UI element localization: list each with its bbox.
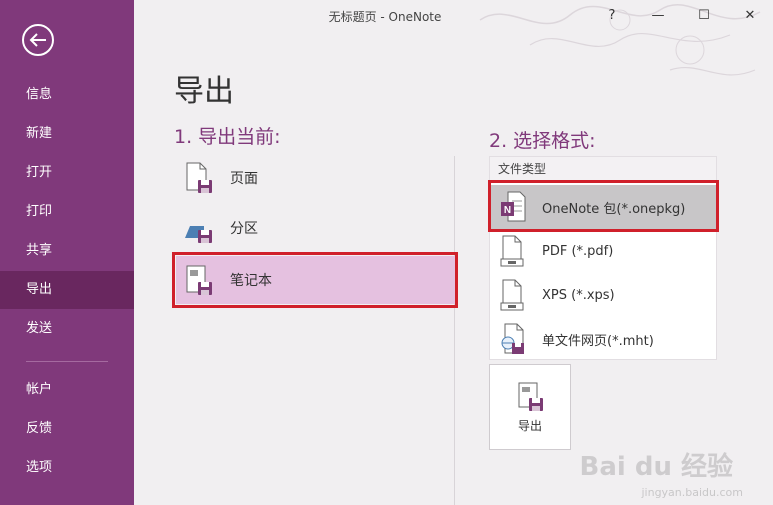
export-icon [518, 382, 543, 411]
backstage-sidebar: 信息 新建 打开 打印 共享 导出 发送 帐户 反馈 选项 [0, 0, 134, 505]
format-list-header: 文件类型 [490, 157, 716, 182]
watermark-url: jingyan.baidu.com [641, 486, 743, 499]
sidebar-item-options[interactable]: 选项 [0, 449, 134, 487]
arrow-left-icon [29, 33, 46, 47]
close-button[interactable]: ✕ [736, 4, 764, 26]
svg-text:N: N [504, 205, 511, 216]
onenote-package-icon: N [500, 191, 526, 223]
pdf-file-icon [500, 235, 526, 267]
minimize-button[interactable]: — [644, 4, 672, 26]
scope-section[interactable]: 分区 [174, 204, 454, 252]
scope-section-label: 分区 [230, 221, 258, 237]
section-icon [184, 212, 214, 244]
format-xps-label: XPS (*.xps) [542, 287, 615, 303]
format-onepkg-label: OneNote 包(*.onepkg) [542, 201, 686, 217]
watermark-brand: Bai du 经验 [579, 452, 734, 482]
page-icon [184, 162, 214, 194]
sidebar-item-send[interactable]: 发送 [0, 310, 134, 348]
format-pdf-label: PDF (*.pdf) [542, 243, 614, 259]
page-title: 导出 [174, 74, 234, 109]
scope-notebook[interactable]: 笔记本 [176, 256, 455, 304]
step1-title: 1. 导出当前: [174, 126, 281, 148]
sidebar-item-export[interactable]: 导出 [0, 271, 134, 309]
web-page-icon [500, 323, 526, 355]
format-pdf[interactable]: PDF (*.pdf) [490, 229, 716, 273]
sidebar-item-info[interactable]: 信息 [0, 76, 134, 114]
maximize-button[interactable]: ☐ [690, 4, 718, 26]
notebook-icon [184, 264, 214, 296]
scope-page[interactable]: 页面 [174, 154, 454, 202]
sidebar-item-feedback[interactable]: 反馈 [0, 410, 134, 448]
format-mht-label: 单文件网页(*.mht) [542, 333, 654, 349]
back-button[interactable] [22, 24, 54, 56]
sidebar-item-print[interactable]: 打印 [0, 193, 134, 231]
step2-title: 2. 选择格式: [489, 130, 596, 152]
sidebar-item-open[interactable]: 打开 [0, 154, 134, 192]
sidebar-item-new[interactable]: 新建 [0, 115, 134, 153]
sidebar-divider [26, 361, 108, 362]
scope-page-label: 页面 [230, 171, 258, 187]
export-button[interactable]: 导出 [489, 364, 571, 450]
window-title: 无标题页 - OneNote [328, 10, 442, 24]
sidebar-item-share[interactable]: 共享 [0, 232, 134, 270]
format-xps[interactable]: XPS (*.xps) [490, 273, 716, 317]
section-divider [454, 156, 455, 505]
format-mht[interactable]: 单文件网页(*.mht) [490, 317, 716, 361]
xps-file-icon [500, 279, 526, 311]
format-list: 文件类型 N OneNote 包(*.onepkg) PDF (*.pdf) X… [489, 156, 717, 360]
export-button-label: 导出 [517, 418, 542, 433]
scope-notebook-label: 笔记本 [230, 273, 272, 289]
sidebar-item-account[interactable]: 帐户 [0, 371, 134, 409]
format-onepkg[interactable]: N OneNote 包(*.onepkg) [490, 185, 716, 229]
help-button[interactable]: ? [598, 4, 626, 26]
